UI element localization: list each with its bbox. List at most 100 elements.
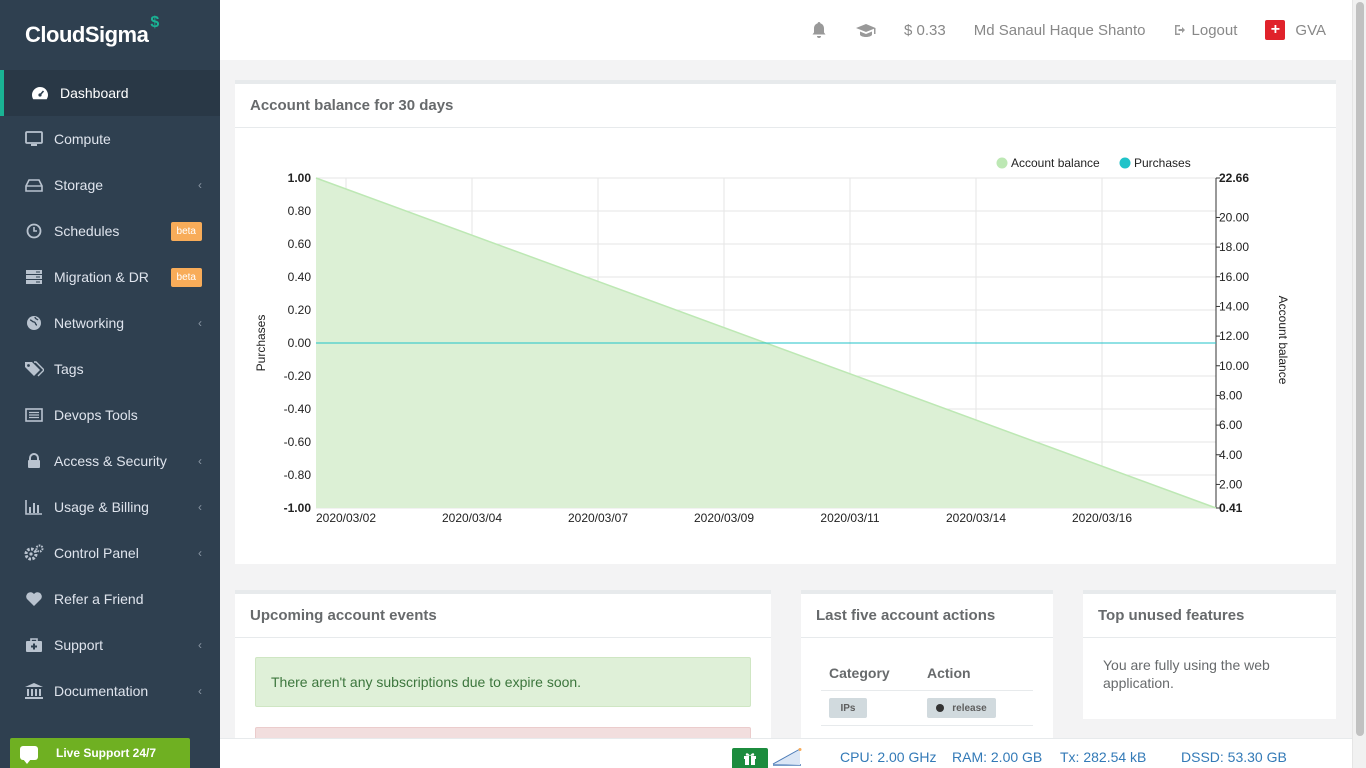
sidebar-nav: Dashboard Compute Storage ‹ Schedules beta Mig… [0,70,220,714]
logout-label: Logout [1191,21,1238,39]
ram-usage[interactable]: RAM: 2.00 GB [952,749,1042,765]
gift-icon[interactable] [732,748,768,768]
scrollbar-thumb[interactable] [1356,2,1364,736]
unused-features-panel: Top unused features You are fully using … [1083,590,1336,719]
logo[interactable]: CloudSigma $ [0,0,220,70]
medkit-icon [24,636,44,654]
legend-swatch-account-balance [996,157,1008,169]
sidebar-item-access-security[interactable]: Access & Security ‹ [0,438,220,484]
y-tick-left: 0.60 [288,237,312,251]
y-tick-left: 0.20 [288,303,312,317]
unused-message: You are fully using the web application. [1103,657,1270,691]
graduation-cap-icon[interactable] [856,22,876,38]
gears-icon [24,544,44,562]
y-tick-right: 4.00 [1219,448,1243,462]
y-tick-left: -1.00 [284,501,312,515]
y-tick-right: 20.00 [1219,210,1249,224]
dashboard-icon [30,84,50,102]
sidebar-item-label: Usage & Billing [54,499,149,515]
sidebar-item-label: Documentation [54,683,149,699]
account-balance-chart: 1.00 0.80 0.60 0.40 0.20 0.00 -0.20 -0.40 -0.60 -… [254,156,1290,525]
x-tick-label: 2020/03/16 [1072,511,1132,525]
location-label: GVA [1295,21,1326,39]
sidebar-item-tags[interactable]: Tags [0,346,220,392]
chart-panel-title: Account balance for 30 days [235,84,1336,128]
sidebar-item-migration-dr[interactable]: Migration & DR beta [0,254,220,300]
y-tick-left: 0.40 [288,270,312,284]
live-support-button[interactable]: Live Support 24/7 [10,738,190,768]
sidebar-item-support[interactable]: Support ‹ [0,622,220,668]
chevron-left-icon: ‹ [198,638,202,652]
sidebar-item-usage-billing[interactable]: Usage & Billing ‹ [0,484,220,530]
y-tick-right: 2.00 [1219,477,1243,491]
bank-icon [24,682,44,700]
last-actions-panel: Last five account actions Category Actio… [801,590,1053,750]
y-tick-right: 0.41 [1219,501,1243,515]
sidebar-item-label: Tags [54,361,84,377]
action-badge: release [927,698,996,718]
dssd-usage[interactable]: DSSD: 53.30 GB [1181,749,1287,765]
sidebar-item-devops-tools[interactable]: Devops Tools [0,392,220,438]
sidebar-item-compute[interactable]: Compute [0,116,220,162]
logout-icon [1174,25,1185,35]
chat-icon [20,746,38,764]
sidebar-item-label: Storage [54,177,104,193]
y-tick-left: -0.40 [284,402,312,416]
legend-label-account-balance: Account balance [1011,156,1100,170]
sidebar-item-label: Migration & DR [54,269,149,285]
sidebar-item-networking[interactable]: Networking ‹ [0,300,220,346]
y-tick-left: 0.80 [288,204,312,218]
usage-sparkline-icon[interactable] [772,748,802,766]
sidebar-item-dashboard[interactable]: Dashboard [0,70,220,116]
sidebar-item-label: Support [54,637,104,653]
y-tick-right: 6.00 [1219,418,1243,432]
sidebar-item-control-panel[interactable]: Control Panel ‹ [0,530,220,576]
legend-label-purchases: Purchases [1134,156,1191,170]
user-name[interactable]: Md Sanaul Haque Shanto [974,22,1146,39]
chevron-left-icon: ‹ [198,178,202,192]
category-badge: IPs [829,698,867,718]
bell-icon[interactable] [810,21,828,39]
y-axis-label-left: Purchases [254,315,268,372]
sidebar-item-label: Dashboard [60,85,129,101]
page-scrollbar[interactable] [1352,0,1366,768]
legend-swatch-purchases [1119,157,1131,169]
tx-usage[interactable]: Tx: 282.54 kB [1060,749,1146,765]
location-selector[interactable]: + GVA [1265,20,1326,40]
account-balance[interactable]: $ 0.33 [904,22,946,39]
lock-icon [24,452,44,470]
clock-icon [24,222,44,240]
chevron-left-icon: ‹ [198,684,202,698]
server-icon [24,268,44,286]
column-header-action: Action [927,665,971,681]
sidebar-item-label: Compute [54,131,111,147]
sidebar-item-label: Control Panel [54,545,139,561]
sidebar-item-refer-a-friend[interactable]: Refer a Friend [0,576,220,622]
y-tick-right: 18.00 [1219,240,1249,254]
circle-icon [936,704,945,712]
y-tick-left: -0.60 [284,435,312,449]
sidebar-item-schedules[interactable]: Schedules beta [0,208,220,254]
action-label: release [952,702,987,714]
no-subscriptions-alert: There aren't any subscriptions due to ex… [255,657,751,707]
actions-table: Category Action IPs release [821,656,1033,726]
brand-mark: $ [150,14,160,31]
chevron-left-icon: ‹ [198,316,202,330]
beta-badge: beta [170,221,202,241]
list-icon [24,406,44,424]
account-balance-panel: Account balance for 30 days 1.00 0.80 0.60… [235,80,1336,564]
sidebar-item-label: Schedules [54,223,120,239]
logout-link[interactable]: Logout [1174,21,1238,39]
sidebar-item-documentation[interactable]: Documentation ‹ [0,668,220,714]
y-tick-right: 10.00 [1219,359,1249,373]
hdd-icon [24,176,44,194]
bar-chart-icon [24,498,44,516]
cpu-usage[interactable]: CPU: 2.00 GHz [840,749,936,765]
unused-panel-title: Top unused features [1083,594,1336,638]
y-tick-right: 12.00 [1219,329,1249,343]
y-tick-left: 0.00 [288,336,312,350]
swiss-flag-icon: + [1265,20,1286,40]
table-row: IPs release [821,691,1033,726]
y-tick-right: 14.00 [1219,299,1249,313]
sidebar-item-storage[interactable]: Storage ‹ [0,162,220,208]
